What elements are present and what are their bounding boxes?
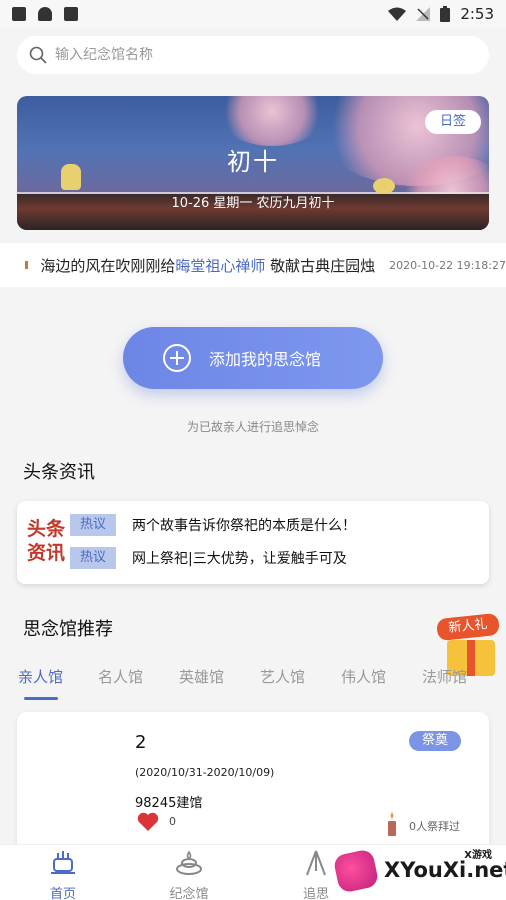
tab-celebrity[interactable]: 名人馆 bbox=[98, 666, 143, 687]
news-item[interactable]: 热议 两个故事告诉你祭祀的本质是什么！ bbox=[70, 514, 356, 536]
tab-family[interactable]: 亲人馆 bbox=[18, 666, 63, 687]
add-memorial-subtitle: 为已故亲人进行追思悼念 bbox=[186, 420, 319, 434]
gift-label: 新人礼 bbox=[436, 612, 500, 642]
news-title[interactable]: 网上祭祀|三大优势，让爱触手可及 bbox=[132, 548, 347, 568]
memorial-icon bbox=[176, 850, 202, 875]
headlines-logo-line1: 头条 bbox=[27, 518, 66, 540]
memorial-dates: (2020/10/31-2020/10/09) bbox=[135, 766, 275, 779]
search-icon bbox=[29, 46, 47, 64]
news-title[interactable]: 两个故事告诉你祭祀的本质是什么！ bbox=[132, 515, 356, 535]
hot-tag: 热议 bbox=[70, 547, 116, 569]
memorial-id: 98245建馆 bbox=[135, 796, 203, 811]
speaker-icon bbox=[25, 261, 29, 269]
memorial-card[interactable]: 2 (2020/10/31-2020/10/09) 98245建馆 祭奠 0 0… bbox=[17, 712, 489, 862]
candle-icon bbox=[388, 812, 396, 836]
pray-hands-icon bbox=[306, 850, 326, 876]
lunar-date: 初十 bbox=[227, 148, 279, 176]
ticker-highlight[interactable]: 晦堂祖心禅师 bbox=[175, 257, 265, 275]
ticker-prefix: 海边的风在吹刚刚给 bbox=[40, 256, 176, 275]
watermark-text: XYouXi.net bbox=[384, 858, 506, 882]
calendar-banner[interactable]: 初十 10-26 星期一 农历九月初十 日签 bbox=[17, 96, 489, 230]
active-tab-indicator bbox=[24, 697, 58, 700]
date-line: 10-26 星期一 农历九月初十 bbox=[171, 196, 335, 211]
battery-icon bbox=[440, 6, 451, 22]
news-item[interactable]: 热议 网上祭祀|三大优势，让爱触手可及 bbox=[70, 547, 347, 569]
blossom-decoration bbox=[217, 96, 327, 146]
rocket-notification-icon bbox=[38, 7, 52, 21]
add-memorial-label: 添加我的思念馆 bbox=[209, 350, 322, 369]
headlines-card: 头条 资讯 热议 两个故事告诉你祭祀的本质是什么！ 热议 网上祭祀|三大优势，让… bbox=[17, 501, 489, 584]
tab-master[interactable]: 法师馆 bbox=[422, 666, 467, 687]
like-count: 0 bbox=[169, 815, 176, 828]
recommend-title: 思念馆推荐 bbox=[23, 619, 113, 640]
memorial-category-tabs: 亲人馆 名人馆 英雄馆 艺人馆 伟人馆 法师馆 bbox=[0, 660, 506, 700]
nav-home-label: 首页 bbox=[49, 887, 76, 900]
offer-badge-button[interactable]: 祭奠 bbox=[409, 731, 461, 751]
nav-memorial-label: 纪念馆 bbox=[169, 887, 209, 900]
search-bar[interactable] bbox=[17, 36, 489, 74]
plus-circle-icon bbox=[163, 344, 191, 372]
ticker-suffix: 敬献古典庄园烛 bbox=[270, 256, 376, 275]
tab-artist[interactable]: 艺人馆 bbox=[260, 666, 305, 687]
ticker-time: 2020-10-22 19:18:27 bbox=[389, 258, 506, 272]
worship-count: 0人祭拜过 bbox=[409, 820, 460, 833]
app-notification-icon bbox=[64, 7, 78, 21]
daily-sign-button[interactable]: 日签 bbox=[425, 110, 481, 134]
memorial-name: 2 bbox=[135, 732, 147, 753]
no-signal-icon bbox=[416, 7, 431, 21]
tab-hero[interactable]: 英雄馆 bbox=[179, 666, 224, 687]
wifi-icon bbox=[388, 7, 407, 21]
tab-great[interactable]: 伟人馆 bbox=[341, 666, 386, 687]
ticker-text: 海边的风在吹刚刚给晦堂祖心禅师 敬献古典庄园烛 bbox=[40, 255, 375, 276]
nav-home[interactable]: 首页 bbox=[23, 849, 103, 900]
gamepad-logo-icon bbox=[332, 848, 380, 894]
headlines-title: 头条资讯 bbox=[23, 462, 95, 483]
headlines-logo: 头条 资讯 bbox=[27, 517, 71, 565]
home-incense-icon bbox=[51, 851, 75, 874]
image-notification-icon bbox=[12, 7, 26, 21]
heart-icon[interactable] bbox=[137, 812, 159, 832]
search-input[interactable] bbox=[55, 47, 455, 63]
nav-memorial[interactable]: 纪念馆 bbox=[149, 849, 229, 900]
status-bar: 2:53 bbox=[0, 0, 506, 28]
headlines-logo-line2: 资讯 bbox=[27, 542, 66, 564]
status-time: 2:53 bbox=[460, 5, 494, 23]
hot-tag: 热议 bbox=[70, 514, 116, 536]
add-memorial-button[interactable]: 添加我的思念馆 bbox=[123, 327, 383, 389]
site-watermark: X游戏 XYouXi.net bbox=[332, 846, 506, 896]
offering-ticker[interactable]: 海边的风在吹刚刚给晦堂祖心禅师 敬献古典庄园烛 2020-10-22 19:18… bbox=[0, 243, 506, 287]
